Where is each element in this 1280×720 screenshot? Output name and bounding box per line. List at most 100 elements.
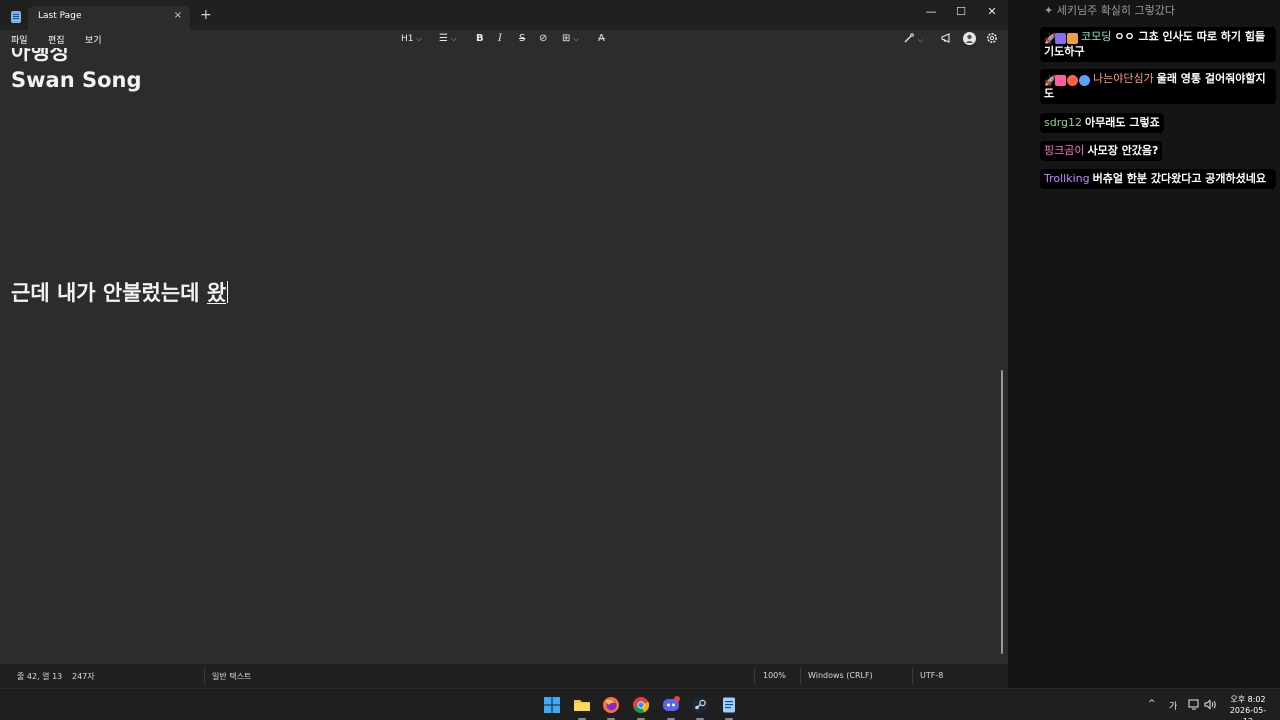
maximize-button[interactable]: ☐ bbox=[946, 3, 976, 21]
shrimp-badge-icon bbox=[1067, 74, 1078, 86]
chat-message: 핑크곰이 사모장 안갔음? bbox=[1040, 141, 1163, 161]
vertical-scrollbar[interactable] bbox=[1001, 370, 1003, 654]
list-dropdown[interactable]: ☰ ⌵ bbox=[439, 32, 456, 46]
status-divider bbox=[754, 668, 755, 684]
desktop: Last Page × + — ☐ ✕ 파일 편집 보기 H1 ⌵ ☰ ⌵ B I … bbox=[0, 0, 1280, 720]
rocket-badge-icon: 🚀 bbox=[1044, 75, 1057, 87]
chat-text: 사모장 안갔음? bbox=[1087, 144, 1159, 157]
title-bar: Last Page × + — ☐ ✕ bbox=[0, 0, 1008, 30]
text-editor[interactable]: 아행성 Swan Song 근데 내가 안불렀는데 왔 bbox=[0, 48, 1008, 664]
discord-icon bbox=[663, 696, 680, 711]
body-text: 근데 내가 안불렀는데 bbox=[11, 281, 207, 305]
discord-button[interactable] bbox=[662, 696, 680, 720]
subscriber-badge-icon bbox=[1067, 32, 1078, 44]
chat-message: Trollking 버츄얼 한분 갔다왔다고 공개하셨네요 bbox=[1040, 169, 1276, 189]
magic-pen-icon bbox=[904, 33, 914, 43]
heading-line: Swan Song bbox=[11, 68, 142, 92]
italic-button[interactable]: I bbox=[498, 32, 502, 46]
chrome-icon bbox=[633, 697, 650, 714]
network-icon[interactable] bbox=[1188, 699, 1200, 713]
file-explorer-button[interactable] bbox=[573, 696, 591, 720]
chat-username[interactable]: 핑크곰이 bbox=[1044, 144, 1084, 157]
heading-label: H1 bbox=[401, 34, 414, 44]
gear-icon bbox=[987, 33, 997, 43]
chrome-button[interactable] bbox=[632, 696, 650, 720]
strikethrough-button[interactable]: S bbox=[519, 32, 525, 46]
chat-message: sdrg12 아무래도 그렇죠 bbox=[1040, 113, 1164, 133]
menu-view[interactable]: 보기 bbox=[85, 33, 102, 46]
feedback-icon[interactable] bbox=[941, 32, 953, 46]
clock-date: 2026-05-12 bbox=[1229, 706, 1267, 720]
menu-bar: 파일 편집 보기 H1 ⌵ ☰ ⌵ B I S ⊘ ⊞ ⌵ A̶ ⌵ bbox=[0, 30, 1008, 48]
volume-icon[interactable] bbox=[1204, 699, 1217, 713]
notepad-taskbar-button[interactable] bbox=[720, 696, 738, 720]
minimize-button[interactable]: — bbox=[916, 3, 946, 21]
start-button[interactable] bbox=[543, 696, 561, 714]
user-badges: 🚀 bbox=[1044, 31, 1079, 45]
chat-text: 버츄얼 한분 갔다왔다고 공개하셨네요 bbox=[1092, 172, 1267, 185]
show-hidden-icons-button[interactable]: ^ bbox=[1148, 699, 1156, 709]
chat-message: 🚀 나는야단심가 울래 영통 걸어줘야할지도 bbox=[1040, 69, 1276, 104]
copilot-dropdown[interactable]: ⌵ bbox=[903, 32, 923, 46]
chevron-down-icon: ⌵ bbox=[573, 35, 579, 43]
chat-message-partial: ✦ 세키님주 확실히 그렇갔다 bbox=[1044, 4, 1176, 17]
steam-button[interactable] bbox=[691, 696, 709, 720]
chevron-down-icon: ⌵ bbox=[416, 35, 422, 43]
status-divider bbox=[800, 668, 801, 684]
heading-dropdown[interactable]: H1 ⌵ bbox=[401, 32, 422, 46]
chat-username[interactable]: sdrg12 bbox=[1044, 116, 1082, 129]
status-divider bbox=[912, 668, 913, 684]
rocket-badge-icon: 🚀 bbox=[1044, 33, 1057, 45]
windows-logo-icon bbox=[544, 697, 560, 713]
speaker-icon bbox=[1204, 699, 1216, 710]
avatar-icon bbox=[963, 32, 976, 45]
menu-edit[interactable]: 편집 bbox=[48, 33, 65, 46]
firefox-button[interactable] bbox=[602, 696, 620, 720]
status-bar: 줄 42, 열 13 247자 일반 텍스트 100% Windows (CRL… bbox=[0, 664, 1008, 688]
chat-text: 아무래도 그렇죠 bbox=[1085, 116, 1160, 129]
menu-file[interactable]: 파일 bbox=[11, 33, 28, 46]
character-count: 247자 bbox=[72, 672, 95, 681]
monitor-network-icon bbox=[1188, 699, 1199, 710]
spellcheck-icon[interactable]: A̶ bbox=[598, 32, 605, 46]
chat-panel: ✦ 세키님주 확실히 그렇갔다 🚀 코모딩 ㅇㅇ 그쵸 인사도 따로 하기 힘들기… bbox=[1008, 0, 1280, 688]
status-divider bbox=[204, 668, 205, 684]
table-icon: ⊞ bbox=[562, 33, 571, 44]
text-format[interactable]: 일반 텍스트 bbox=[212, 671, 251, 682]
chat-username[interactable]: Trollking bbox=[1044, 172, 1090, 185]
folder-icon bbox=[574, 700, 590, 711]
table-dropdown[interactable]: ⊞ ⌵ bbox=[562, 32, 579, 46]
user-badges: 🚀 bbox=[1044, 73, 1091, 87]
text-caret bbox=[227, 281, 229, 303]
chat-username[interactable]: 코모딩 bbox=[1081, 30, 1111, 43]
ime-indicator[interactable]: 가 bbox=[1169, 699, 1177, 712]
link-icon[interactable]: ⊘ bbox=[539, 32, 547, 46]
chat-username[interactable]: 나는야단심가 bbox=[1093, 72, 1154, 85]
close-window-button[interactable]: ✕ bbox=[977, 3, 1007, 21]
new-tab-icon[interactable]: + bbox=[200, 8, 212, 22]
heading-line-partial: 아행성 bbox=[11, 48, 69, 64]
encoding[interactable]: UTF-8 bbox=[920, 671, 943, 680]
taskbar: ^ 가 오후 8:02 2026-05-12 bbox=[0, 688, 1280, 720]
tab-close-icon[interactable]: × bbox=[174, 10, 182, 21]
list-icon: ☰ bbox=[439, 33, 448, 44]
clock-time: 오후 8:02 bbox=[1230, 695, 1266, 704]
system-clock[interactable]: 오후 8:02 2026-05-12 bbox=[1226, 694, 1270, 720]
line-ending[interactable]: Windows (CRLF) bbox=[808, 671, 873, 680]
cursor-position: 줄 42, 열 13 bbox=[17, 672, 63, 681]
account-avatar[interactable] bbox=[963, 32, 976, 46]
tab-last-page[interactable]: Last Page × bbox=[28, 6, 190, 30]
steam-icon bbox=[692, 697, 708, 713]
notepad-window: Last Page × + — ☐ ✕ 파일 편집 보기 H1 ⌵ ☰ ⌵ B I … bbox=[0, 0, 1008, 688]
chevron-down-icon: ⌵ bbox=[450, 35, 457, 43]
planet-badge-icon bbox=[1079, 74, 1090, 86]
settings-button[interactable] bbox=[986, 32, 998, 46]
bold-button[interactable]: B bbox=[476, 32, 484, 46]
zoom-level[interactable]: 100% bbox=[763, 671, 786, 680]
tab-title: Last Page bbox=[38, 11, 82, 21]
notepad-icon bbox=[723, 697, 735, 713]
megaphone-icon bbox=[941, 33, 950, 43]
heart-badge-icon bbox=[1055, 74, 1066, 86]
chat-message: 🚀 코모딩 ㅇㅇ 그쵸 인사도 따로 하기 힘들기도하구 bbox=[1040, 27, 1276, 62]
body-line: 근데 내가 안불렀는데 왔 bbox=[11, 277, 229, 307]
